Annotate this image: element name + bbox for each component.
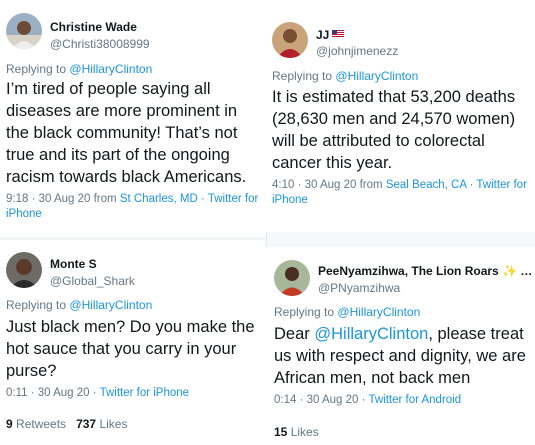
engagement-stats: 15 Likes xyxy=(274,425,319,439)
likes-count: 15 xyxy=(274,425,288,439)
replying-label: Replying to xyxy=(6,298,67,312)
timestamp[interactable]: 4:10 · 30 Aug 20 from xyxy=(272,179,383,191)
likes-stat[interactable]: 737 Likes xyxy=(76,417,127,431)
likes-label: Likes xyxy=(99,417,128,431)
separator: · xyxy=(469,179,474,191)
display-name[interactable]: JJ xyxy=(316,28,345,42)
replying-to: Replying to @HillaryClinton xyxy=(274,305,420,319)
sparkle-icon: ✨ xyxy=(502,264,518,278)
user-handle[interactable]: @johnjimenezz xyxy=(316,44,398,58)
display-name-text: PeeNyamzihwa, The Lion Roars xyxy=(318,264,499,278)
replying-to: Replying to @HillaryClinton xyxy=(6,62,152,76)
retweets-label: Retweets xyxy=(16,417,67,431)
replying-to: Replying to @HillaryClinton xyxy=(6,298,152,312)
name-ellipsis: … xyxy=(520,264,533,278)
location-link[interactable]: St Charles, MD xyxy=(120,193,198,205)
avatar[interactable] xyxy=(274,260,310,296)
user-handle[interactable]: @PNyamzihwa xyxy=(318,281,400,295)
avatar[interactable] xyxy=(6,13,42,49)
replying-label: Replying to xyxy=(272,69,333,83)
avatar[interactable] xyxy=(272,22,308,58)
retweets-count: 9 xyxy=(6,417,13,431)
display-name-text: JJ xyxy=(316,28,330,42)
timestamp[interactable]: 9:18 · 30 Aug 20 from xyxy=(6,193,117,205)
text-prefix: Dear xyxy=(274,325,310,343)
reply-mention-link[interactable]: @HillaryClinton xyxy=(335,69,418,83)
client-link[interactable]: Twitter for Android xyxy=(368,394,461,406)
body-mention-link[interactable]: @HillaryClinton xyxy=(314,325,428,343)
timestamp[interactable]: 0:14 · 30 Aug 20 · xyxy=(274,394,365,406)
tweet-text: I’m tired of people saying all diseases … xyxy=(6,80,247,186)
location-link[interactable]: Seal Beach, CA xyxy=(386,179,467,191)
display-name[interactable]: Monte S xyxy=(50,257,97,271)
retweets-stat[interactable]: 9 Retweets xyxy=(6,417,66,431)
tweet-text: Just black men? Do you make the hot sauc… xyxy=(6,318,255,380)
row-divider-right xyxy=(267,232,535,247)
tweet-text: It is estimated that 53,200 deaths (28,6… xyxy=(272,88,516,172)
likes-count: 737 xyxy=(76,417,97,431)
likes-stat[interactable]: 15 Likes xyxy=(274,425,319,439)
tweet-meta: 0:14 · 30 Aug 20 · Twitter for Android xyxy=(274,393,530,408)
user-handle[interactable]: @Global_Shark xyxy=(50,274,135,288)
us-flag-icon xyxy=(332,30,345,38)
tweet-meta: 4:10 · 30 Aug 20 from Seal Beach, CA · T… xyxy=(272,178,534,208)
display-name[interactable]: PeeNyamzihwa, The Lion Roars ✨ … xyxy=(318,264,532,278)
timestamp[interactable]: 0:11 · 30 Aug 20 · xyxy=(6,387,97,399)
replying-to: Replying to @HillaryClinton xyxy=(272,69,418,83)
tweet-meta: 9:18 · 30 Aug 20 from St Charles, MD · T… xyxy=(6,192,266,222)
reply-mention-link[interactable]: @HillaryClinton xyxy=(69,62,152,76)
likes-label: Likes xyxy=(290,425,319,439)
engagement-stats: 9 Retweets 737 Likes xyxy=(6,417,127,431)
tweet-monte-s[interactable]: Monte S @Global_Shark Replying to @Hilla… xyxy=(0,240,266,445)
tweet-meta: 0:11 · 30 Aug 20 · Twitter for iPhone xyxy=(6,386,264,401)
separator: · xyxy=(200,193,205,205)
reply-mention-link[interactable]: @HillaryClinton xyxy=(69,298,152,312)
display-name[interactable]: Christine Wade xyxy=(50,20,137,34)
replying-label: Replying to xyxy=(274,305,335,319)
tweet-text: Dear @HillaryClinton, please treat us wi… xyxy=(274,323,530,389)
client-link[interactable]: Twitter for iPhone xyxy=(100,387,189,399)
tweet-christine-wade[interactable]: Christine Wade @Christi38008999 Replying… xyxy=(0,0,266,237)
avatar[interactable] xyxy=(6,252,42,288)
reply-mention-link[interactable]: @HillaryClinton xyxy=(337,305,420,319)
user-handle[interactable]: @Christi38008999 xyxy=(50,37,150,51)
replying-label: Replying to xyxy=(6,62,67,76)
tweet-jj[interactable]: JJ @johnjimenezz Replying to @HillaryCli… xyxy=(266,0,535,232)
tweet-peenyamzihwa[interactable]: PeeNyamzihwa, The Lion Roars ✨ … @PNyamz… xyxy=(266,247,535,445)
